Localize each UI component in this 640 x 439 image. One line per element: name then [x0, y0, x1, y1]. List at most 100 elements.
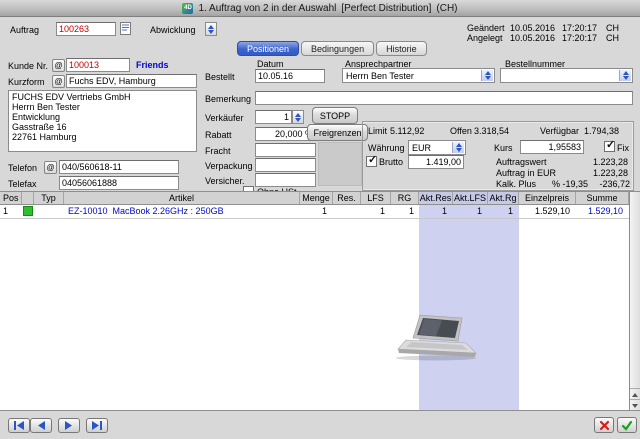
telefon-lookup-button[interactable]: @: [44, 161, 57, 174]
auftragswert-value: 1.223,28: [568, 157, 628, 168]
address-field[interactable]: FUCHS EDV Vertriebs GmbH Herrn Ben Teste…: [8, 90, 197, 152]
memo-icon[interactable]: [120, 22, 131, 37]
stepper-up-icon[interactable]: [295, 113, 301, 117]
tab-positionen-label: Positionen: [247, 44, 289, 54]
column-header-akt-res-label: Akt.Res: [420, 193, 452, 203]
column-header-einzelpreis[interactable]: Einzelpreis: [519, 192, 576, 204]
order-window: 4D 1. Auftrag von 2 in der Auswahl [Perf…: [0, 0, 640, 439]
brutto-checkbox[interactable]: [366, 156, 377, 167]
nav-next-button[interactable]: [58, 418, 80, 433]
tab-bar: Positionen Bedingungen Historie: [237, 41, 427, 56]
angelegt-user: CH: [606, 33, 619, 44]
stepper-up-icon[interactable]: [208, 25, 214, 29]
stopp-button[interactable]: STOPP: [312, 107, 358, 124]
cancel-button[interactable]: [594, 417, 614, 433]
column-header-akt-rg[interactable]: Akt.Rg: [488, 192, 519, 204]
bemerkung-input[interactable]: [255, 91, 633, 105]
stepper-down-icon[interactable]: [208, 30, 214, 34]
abwicklung-dropdown-label: Abwicklung: [150, 25, 196, 36]
verkaeufer-input[interactable]: [255, 110, 292, 124]
column-header-pos[interactable]: Pos ^: [0, 192, 22, 204]
column-header-color[interactable]: [22, 192, 34, 204]
versicher-label: Versicher.: [205, 176, 245, 187]
bestellt-date-input[interactable]: [255, 69, 325, 83]
kurzform-input[interactable]: [66, 74, 197, 88]
verfuegbar-value: 1.794,38: [584, 126, 619, 137]
tab-historie-label: Historie: [386, 44, 417, 54]
column-header-artikel[interactable]: Artikel: [64, 192, 300, 204]
kurzform-label: Kurzform: [8, 77, 45, 88]
confirm-button[interactable]: [617, 417, 637, 433]
versicher-input[interactable]: [255, 173, 316, 187]
kunde-lookup-button[interactable]: @: [52, 59, 65, 72]
cancel-x-icon: [599, 420, 610, 431]
row-menge: 1: [300, 206, 327, 216]
column-header-menge[interactable]: Menge: [300, 192, 333, 204]
angelegt-date: 10.05.2016: [510, 33, 555, 44]
row-akt-res: 1: [419, 206, 447, 216]
column-header-summe[interactable]: Summe: [576, 192, 629, 204]
auftrag-number-input[interactable]: [56, 22, 116, 36]
row-separator: [0, 218, 629, 219]
chevron-updown-icon[interactable]: [452, 142, 464, 153]
kurs-input[interactable]: [520, 140, 584, 154]
fix-label: Fix: [617, 143, 629, 154]
table-scrollbar[interactable]: [629, 192, 640, 410]
column-header-akt-res[interactable]: Akt.Res: [419, 192, 453, 204]
freigrenzen-button[interactable]: Freigrenzen: [307, 124, 368, 141]
highlight-column-akt-rg: [488, 205, 519, 410]
bestellnummer-dropdown[interactable]: [500, 68, 633, 83]
waehrung-value: EUR: [412, 143, 431, 153]
column-header-res[interactable]: Res.: [333, 192, 361, 204]
fix-checkbox[interactable]: [604, 141, 615, 152]
column-header-akt-lfs[interactable]: Akt.LFS: [453, 192, 488, 204]
column-header-lfs-label: LFS: [367, 193, 384, 203]
column-header-summe-label: Summe: [586, 193, 617, 203]
brutto-input[interactable]: [408, 155, 464, 169]
table-body[interactable]: [0, 205, 629, 410]
window-title-region: (CH): [436, 3, 457, 14]
column-header-lfs[interactable]: LFS: [361, 192, 391, 204]
nav-prev-button[interactable]: [30, 418, 52, 433]
tab-historie[interactable]: Historie: [376, 41, 427, 56]
waehrung-dropdown[interactable]: EUR: [408, 140, 466, 155]
telefax-label: Telefax: [8, 179, 37, 190]
nav-first-button[interactable]: [8, 418, 30, 433]
kalk-plus-value: -236,72: [577, 179, 630, 190]
column-header-rg-label: RG: [398, 193, 412, 203]
telefon-input[interactable]: [59, 160, 179, 174]
verpackung-input[interactable]: [255, 158, 316, 172]
column-header-einzelpreis-label: Einzelpreis: [525, 193, 569, 203]
tab-positionen[interactable]: Positionen: [237, 41, 299, 56]
verkaeufer-stepper[interactable]: [292, 110, 304, 124]
abwicklung-stepper[interactable]: [205, 22, 217, 36]
title-bar[interactable]: 4D 1. Auftrag von 2 in der Auswahl [Perf…: [0, 0, 640, 17]
stepper-down-icon[interactable]: [295, 118, 301, 122]
row-einzelpreis: 1.529,10: [519, 206, 570, 216]
column-header-akt-lfs-label: Akt.LFS: [454, 193, 486, 203]
highlight-column-akt-res: [419, 205, 453, 410]
app-logo-icon: 4D: [182, 3, 193, 14]
fracht-input[interactable]: [255, 143, 316, 157]
angelegt-label: Angelegt: [467, 33, 503, 44]
address-line: FUCHS EDV Vertriebs GmbH: [12, 92, 193, 102]
telefax-input[interactable]: [59, 176, 179, 190]
column-header-typ[interactable]: Typ: [34, 192, 64, 204]
auftrag-eur-label: Auftrag in EUR: [496, 168, 556, 179]
tab-bedingungen[interactable]: Bedingungen: [301, 41, 374, 56]
column-header-rg[interactable]: RG: [391, 192, 419, 204]
friends-link[interactable]: Friends: [136, 60, 169, 71]
bemerkung-label: Bemerkung: [205, 94, 251, 105]
fracht-label: Fracht: [205, 146, 231, 157]
chevron-updown-icon[interactable]: [619, 70, 631, 81]
column-header-artikel-label: Artikel: [169, 193, 194, 203]
kurzform-lookup-button[interactable]: @: [52, 75, 65, 88]
ansprechpartner-value: Herrn Ben Tester: [346, 71, 414, 81]
ansprechpartner-dropdown[interactable]: Herrn Ben Tester: [342, 68, 495, 83]
chevron-updown-icon[interactable]: [481, 70, 493, 81]
kunde-nr-input[interactable]: [66, 58, 130, 72]
table-row[interactable]: 1 EZ-10010 MacBook 2.26GHz : 250GB 1 1 1…: [0, 205, 629, 218]
nav-last-button[interactable]: [86, 418, 108, 433]
bestellt-label: Bestellt: [205, 72, 235, 83]
row-artikel: EZ-10010 MacBook 2.26GHz : 250GB: [68, 206, 224, 216]
